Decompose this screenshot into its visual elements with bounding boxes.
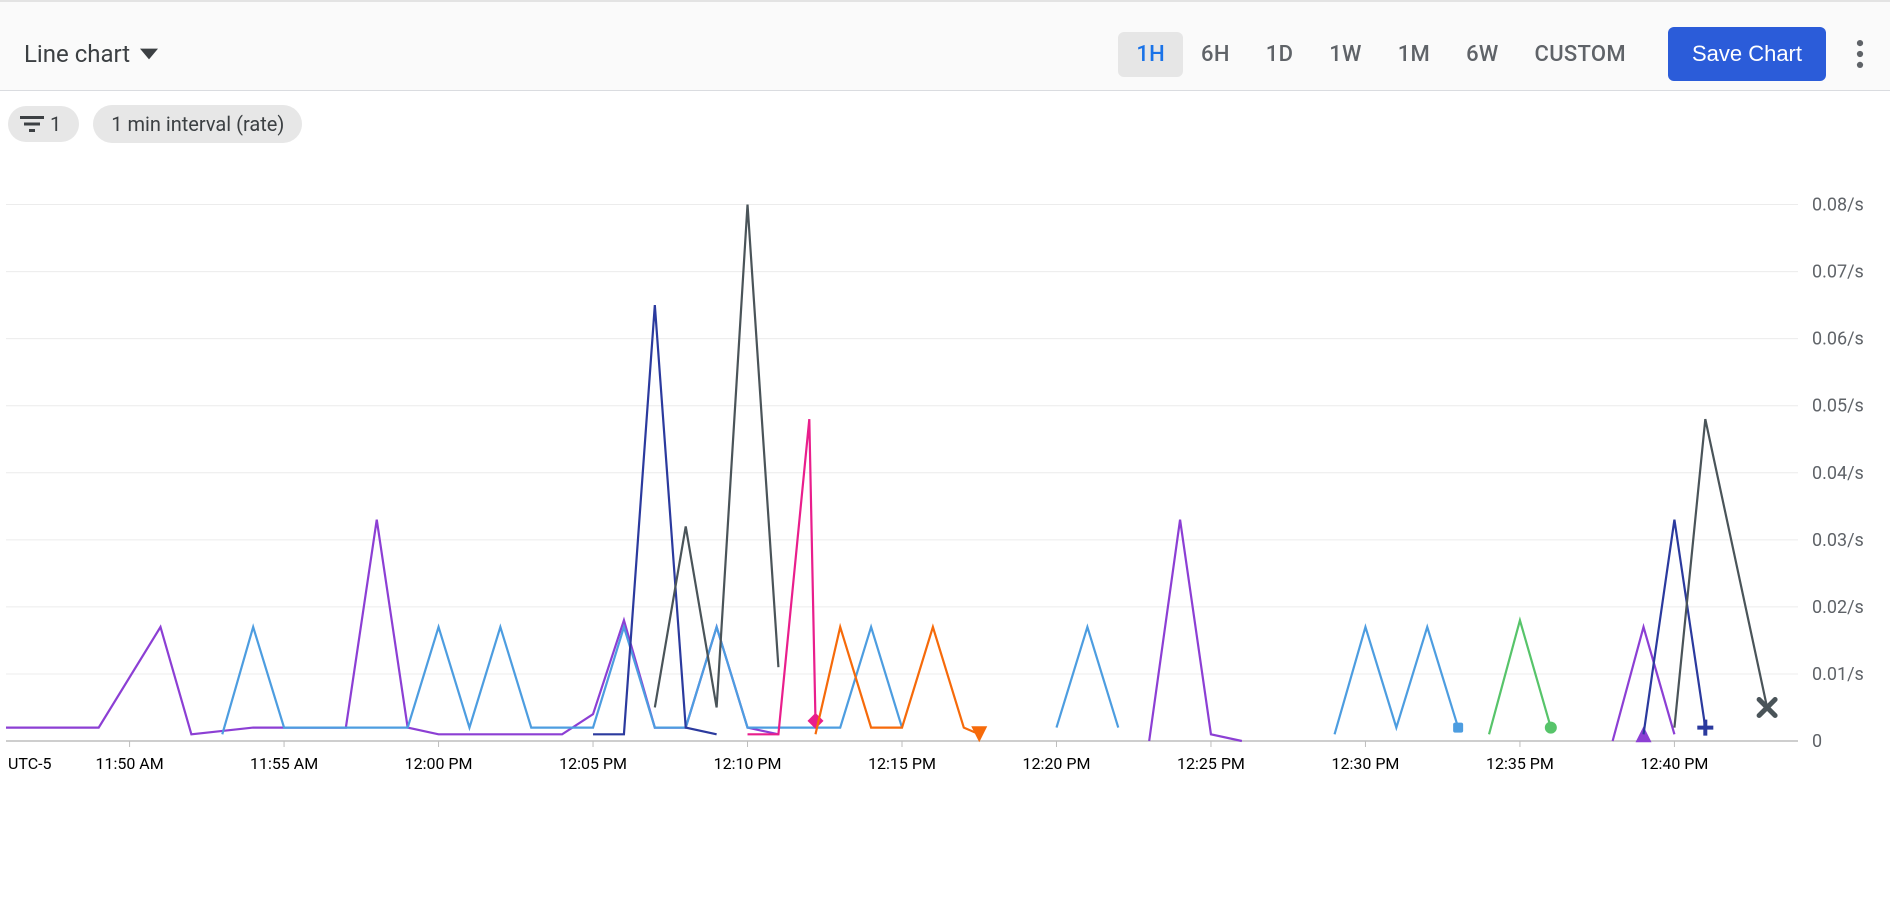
more-options-button[interactable] <box>1850 39 1870 69</box>
x-tick-label: 12:05 PM <box>559 754 627 773</box>
range-1h[interactable]: 1H <box>1118 32 1183 77</box>
series-line <box>815 627 979 734</box>
time-range-selector: 1H6H1D1W1M6WCUSTOM <box>1118 32 1644 77</box>
filter-icon <box>20 116 44 132</box>
save-chart-button[interactable]: Save Chart <box>1668 27 1826 81</box>
x-tick-label: 12:20 PM <box>1023 754 1091 773</box>
series-line <box>1335 627 1459 734</box>
y-tick-label: 0.06/s <box>1812 329 1864 350</box>
series-line <box>1613 627 1675 741</box>
range-1w[interactable]: 1W <box>1311 32 1379 77</box>
x-tick-label: 12:35 PM <box>1486 754 1554 773</box>
y-tick-label: 0.04/s <box>1812 463 1864 484</box>
range-6w[interactable]: 6W <box>1448 32 1516 77</box>
x-tick-label: 12:40 PM <box>1640 754 1708 773</box>
chart-toolbar: Line chart 1H6H1D1W1M6WCUSTOM Save Chart <box>0 18 1890 91</box>
range-1m[interactable]: 1M <box>1380 32 1448 77</box>
chart-type-label: Line chart <box>24 40 130 68</box>
series-line <box>1674 419 1767 727</box>
series-line <box>1149 520 1242 741</box>
series-line <box>1056 627 1118 728</box>
y-tick-label: 0.08/s <box>1812 195 1864 216</box>
chip-row: 1 1 min interval (rate) <box>0 91 1890 161</box>
y-tick-label: 0.05/s <box>1812 396 1864 417</box>
series-line <box>1644 520 1706 735</box>
range-1d[interactable]: 1D <box>1248 32 1311 77</box>
filter-chip[interactable]: 1 <box>8 106 79 142</box>
more-vert-icon <box>1856 40 1864 68</box>
x-tick-label: 12:30 PM <box>1332 754 1400 773</box>
timezone-label: UTC-5 <box>8 754 52 773</box>
series-line <box>6 520 778 735</box>
x-tick-label: 12:10 PM <box>714 754 782 773</box>
filter-count: 1 <box>50 112 61 136</box>
series-line <box>222 627 902 734</box>
caret-down-icon <box>140 48 158 60</box>
range-6h[interactable]: 6H <box>1183 32 1248 77</box>
chart-type-selector[interactable]: Line chart <box>24 40 158 68</box>
interval-chip[interactable]: 1 min interval (rate) <box>93 105 302 143</box>
y-tick-label: 0 <box>1812 731 1822 752</box>
x-tick-label: 12:25 PM <box>1177 754 1245 773</box>
x-tick-label: 12:15 PM <box>868 754 936 773</box>
series-line <box>1489 620 1551 734</box>
y-tick-label: 0.07/s <box>1812 262 1864 283</box>
range-custom[interactable]: CUSTOM <box>1517 32 1644 77</box>
y-tick-label: 0.03/s <box>1812 530 1864 551</box>
y-tick-label: 0.02/s <box>1812 597 1864 618</box>
x-tick-label: 12:00 PM <box>405 754 473 773</box>
chart-area[interactable]: 0 0.01/s 0.02/s 0.03/s 0.04/s 0.05/s 0.06/s 0.0… <box>0 161 1890 821</box>
series-line <box>748 419 816 734</box>
x-tick-label: 11:55 AM <box>250 754 318 773</box>
x-tick-label: 11:50 AM <box>95 754 163 773</box>
series-line <box>655 205 779 708</box>
y-tick-label: 0.01/s <box>1812 664 1864 685</box>
